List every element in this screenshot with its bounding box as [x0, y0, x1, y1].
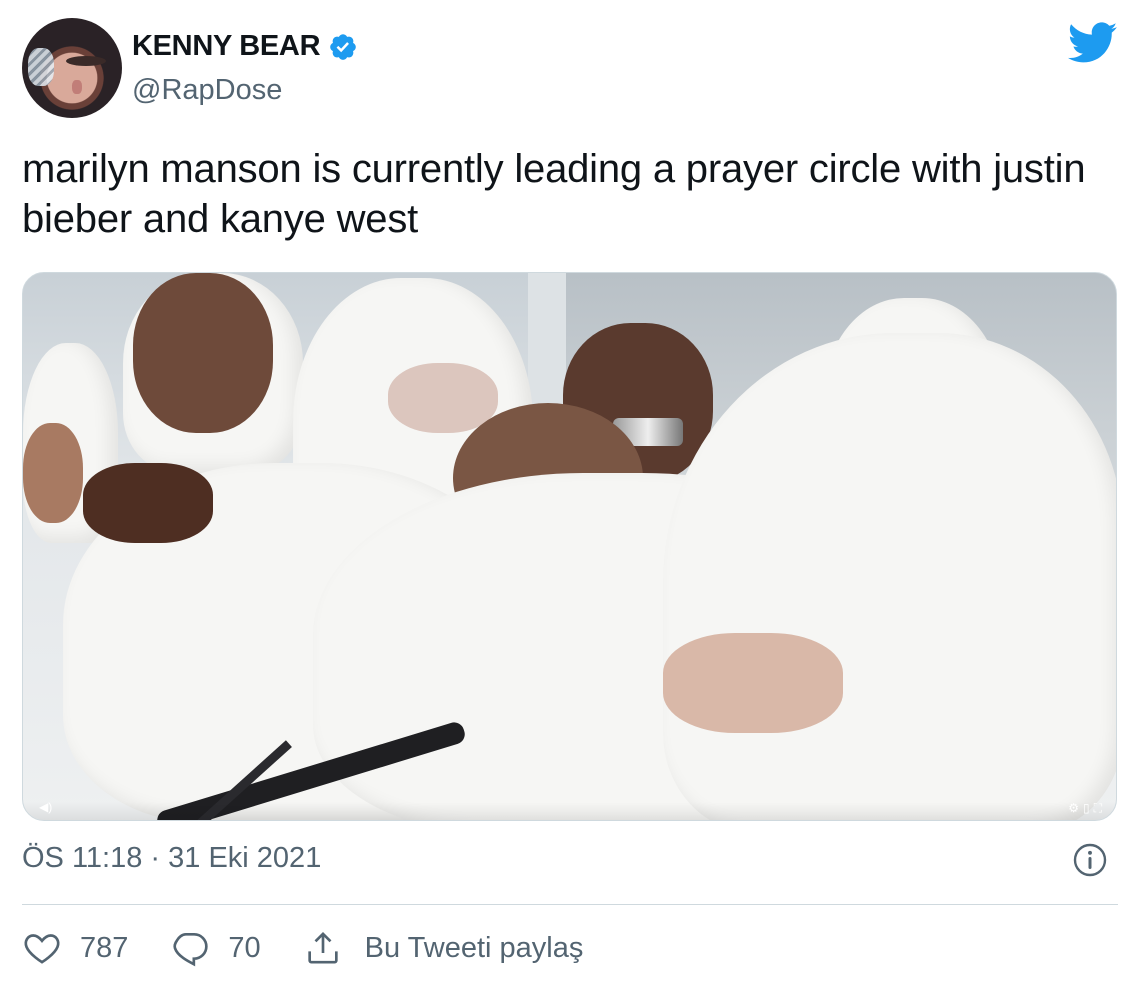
face	[23, 423, 83, 523]
hooded-figure	[663, 333, 1116, 820]
reply-icon	[173, 933, 209, 967]
volume-icon[interactable]: ◀)	[39, 800, 52, 814]
twitter-bird-icon[interactable]	[1068, 22, 1118, 64]
share-label: Bu Tweeti paylaş	[364, 931, 584, 964]
like-count: 787	[80, 931, 129, 964]
reply-button[interactable]: 70	[170, 928, 261, 968]
tweet-text: marilyn manson is currently leading a pr…	[22, 147, 1086, 241]
author-name[interactable]: KENNY BEAR	[132, 30, 321, 63]
face	[133, 273, 273, 433]
video-controls	[23, 802, 1116, 820]
reply-count: 70	[228, 931, 261, 964]
hand	[663, 633, 843, 733]
settings-icon[interactable]: ⚙▯⛶	[1068, 801, 1106, 816]
author-handle[interactable]: @RapDose	[132, 74, 282, 107]
like-button[interactable]: 787	[22, 928, 128, 968]
hand	[83, 463, 213, 543]
tweet-video[interactable]: ◀) ⚙▯⛶	[22, 272, 1117, 821]
avatar[interactable]	[22, 18, 122, 118]
author-name-row[interactable]: KENNY BEAR	[132, 30, 358, 63]
tweet-header: KENNY BEAR @RapDose	[22, 18, 1118, 120]
tweet-actions: 787 70 Bu Tweeti paylaş	[22, 924, 625, 972]
heart-icon	[24, 934, 60, 964]
divider	[22, 904, 1118, 905]
info-icon[interactable]	[1072, 842, 1108, 878]
verified-badge-icon	[330, 33, 357, 60]
share-button[interactable]: Bu Tweeti paylaş	[303, 928, 584, 968]
face	[388, 363, 498, 433]
tweet-timestamp[interactable]: ÖS 11:18 · 31 Eki 2021	[22, 842, 321, 875]
share-icon	[307, 931, 338, 964]
